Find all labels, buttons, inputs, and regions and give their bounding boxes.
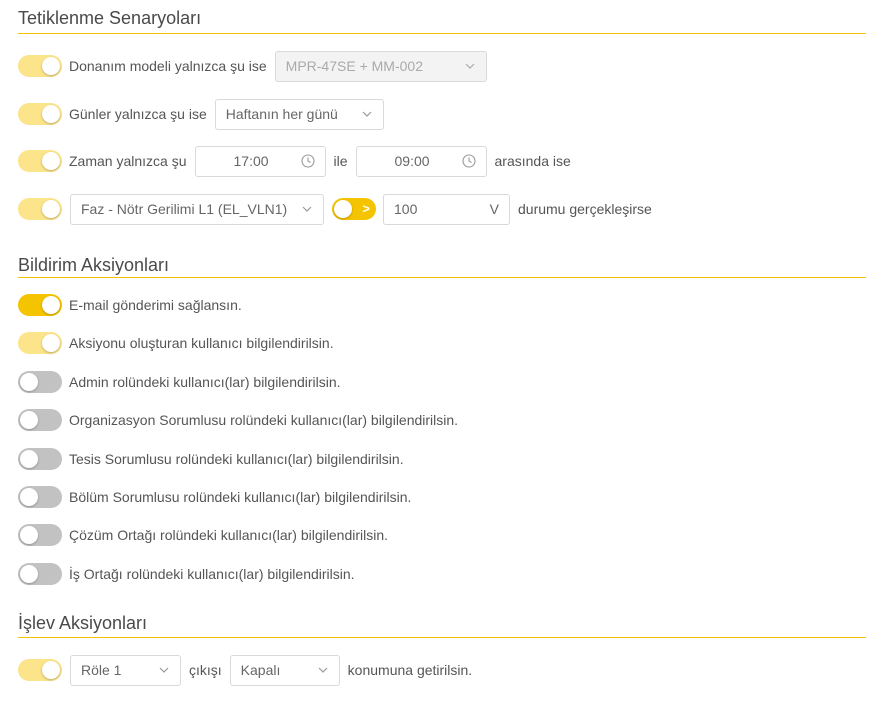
relay-row: Röle 1 çıkışı Kapalı konumuna getirilsin… <box>18 654 472 686</box>
parameter-select[interactable]: Faz - Nötr Gerilimi L1 (EL_VLN1) <box>70 193 324 225</box>
greater-than-icon: > <box>362 201 370 216</box>
toggle-knob <box>20 488 38 506</box>
time-row: Zaman yalnızca şu 17:00 ile 09:00 arasın… <box>18 145 571 177</box>
functions-divider <box>18 637 866 638</box>
hardware-row: Donanım modeli yalnızca şu ise MPR-47SE … <box>18 50 487 82</box>
clock-icon <box>461 154 476 168</box>
toggle-knob <box>20 526 38 544</box>
toggle-knob <box>42 57 60 75</box>
days-row: Günler yalnızca şu ise Haftanın her günü <box>18 98 384 130</box>
days-select-value: Haftanın her günü <box>225 106 338 122</box>
threshold-unit: V <box>489 201 499 217</box>
time-start-input[interactable]: 17:00 <box>194 145 326 177</box>
notification-toggle[interactable] <box>18 371 62 393</box>
notifications-divider <box>18 277 866 278</box>
position-select[interactable]: Kapalı <box>229 654 340 686</box>
threshold-input[interactable]: 100 V <box>383 193 510 225</box>
position-select-value: Kapalı <box>240 662 281 678</box>
hardware-toggle[interactable] <box>18 55 62 77</box>
toggle-knob <box>20 450 38 468</box>
notification-label: Bölüm Sorumlusu rolündeki kullanıcı(lar)… <box>69 489 412 505</box>
toggle-knob <box>42 296 60 314</box>
notification-label: İş Ortağı rolündeki kullanıcı(lar) bilgi… <box>69 566 355 582</box>
toggle-knob <box>42 661 60 679</box>
notification-label: E-mail gönderimi sağlansın. <box>69 297 242 313</box>
relay-connector: çıkışı <box>189 662 222 678</box>
notification-item: İş Ortağı rolündeki kullanıcı(lar) bilgi… <box>18 558 355 590</box>
hardware-select[interactable]: MPR-47SE + MM-002 <box>274 50 487 82</box>
toggle-knob <box>20 411 38 429</box>
notification-item: Organizasyon Sorumlusu rolündeki kullanı… <box>18 404 458 436</box>
chevron-down-icon <box>302 206 312 212</box>
time-start-value: 17:00 <box>233 153 269 169</box>
time-toggle[interactable] <box>18 150 62 172</box>
chevron-down-icon <box>318 667 328 673</box>
position-suffix: konumuna getirilsin. <box>347 662 473 678</box>
notification-toggle[interactable] <box>18 409 62 431</box>
comparison-toggle[interactable]: > <box>332 198 376 220</box>
toggle-knob <box>20 565 38 583</box>
days-label: Günler yalnızca şu ise <box>69 106 207 122</box>
days-toggle[interactable] <box>18 103 62 125</box>
functions-section-title: İşlev Aksiyonları <box>18 613 148 633</box>
notification-item: E-mail gönderimi sağlansın. <box>18 289 242 321</box>
clock-icon <box>300 154 315 168</box>
toggle-knob <box>42 152 60 170</box>
toggle-knob <box>334 200 352 218</box>
triggers-section-title: Tetiklenme Senaryoları <box>18 8 202 28</box>
notification-label: Aksiyonu oluşturan kullanıcı bilgilendir… <box>69 335 334 351</box>
chevron-down-icon <box>362 111 372 117</box>
notification-toggle[interactable] <box>18 448 62 470</box>
time-suffix: arasında ise <box>494 153 571 169</box>
relay-toggle[interactable] <box>18 659 62 681</box>
hardware-label: Donanım modeli yalnızca şu ise <box>69 58 267 74</box>
relay-select[interactable]: Röle 1 <box>70 654 181 686</box>
notification-item: Admin rolündeki kullanıcı(lar) bilgilend… <box>18 366 341 398</box>
notifications-section-title: Bildirim Aksiyonları <box>18 255 170 275</box>
notification-item: Tesis Sorumlusu rolündeki kullanıcı(lar)… <box>18 443 404 475</box>
notification-toggle[interactable] <box>18 332 62 354</box>
time-end-value: 09:00 <box>394 153 430 169</box>
notification-toggle[interactable] <box>18 563 62 585</box>
parameter-select-value: Faz - Nötr Gerilimi L1 (EL_VLN1) <box>81 201 288 217</box>
notification-toggle[interactable] <box>18 486 62 508</box>
notification-label: Çözüm Ortağı rolündeki kullanıcı(lar) bi… <box>69 527 389 543</box>
days-select[interactable]: Haftanın her günü <box>214 98 384 130</box>
time-end-input[interactable]: 09:00 <box>355 145 487 177</box>
notification-label: Tesis Sorumlusu rolündeki kullanıcı(lar)… <box>69 451 404 467</box>
notification-item: Çözüm Ortağı rolündeki kullanıcı(lar) bi… <box>18 519 388 551</box>
notification-label: Admin rolündeki kullanıcı(lar) bilgilend… <box>69 374 341 390</box>
time-label: Zaman yalnızca şu <box>69 153 187 169</box>
notification-toggle[interactable] <box>18 294 62 316</box>
triggers-divider <box>18 33 866 34</box>
chevron-down-icon <box>159 667 169 673</box>
hardware-select-value: MPR-47SE + MM-002 <box>285 58 423 74</box>
condition-toggle[interactable] <box>18 198 62 220</box>
toggle-knob <box>42 200 60 218</box>
notification-label: Organizasyon Sorumlusu rolündeki kullanı… <box>69 412 459 428</box>
notification-item: Aksiyonu oluşturan kullanıcı bilgilendir… <box>18 327 334 359</box>
relay-select-value: Röle 1 <box>81 662 122 678</box>
chevron-down-icon <box>465 63 475 69</box>
notification-item: Bölüm Sorumlusu rolündeki kullanıcı(lar)… <box>18 481 411 513</box>
threshold-value: 100 <box>394 201 418 217</box>
toggle-knob <box>42 105 60 123</box>
condition-suffix: durumu gerçekleşirse <box>518 201 652 217</box>
toggle-knob <box>42 334 60 352</box>
time-connector: ile <box>333 153 348 169</box>
notification-toggle[interactable] <box>18 524 62 546</box>
condition-row: Faz - Nötr Gerilimi L1 (EL_VLN1) > 100 V… <box>18 193 652 225</box>
toggle-knob <box>20 373 38 391</box>
